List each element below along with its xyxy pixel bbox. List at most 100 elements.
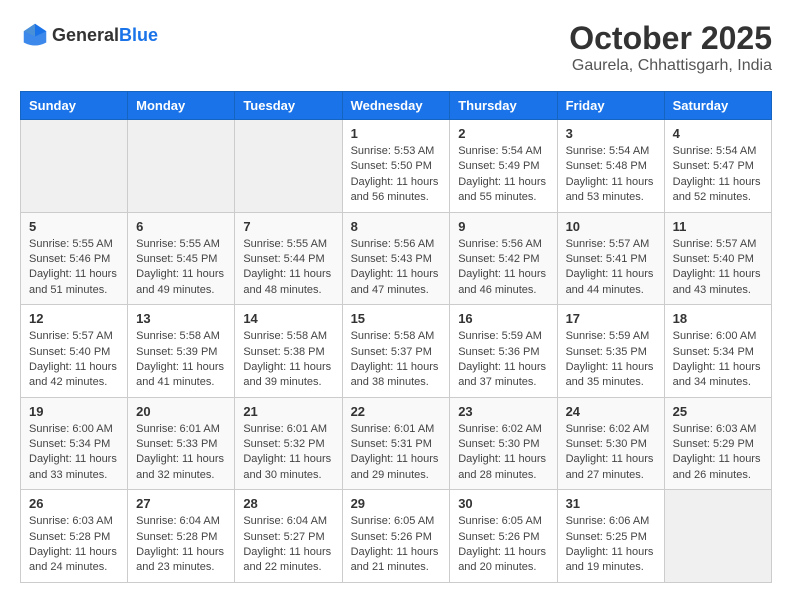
calendar-cell	[235, 120, 342, 213]
calendar-cell: 9 Sunrise: 5:56 AMSunset: 5:42 PMDaylight…	[450, 212, 557, 305]
day-info: Sunrise: 5:54 AMSunset: 5:47 PMDaylight:…	[673, 144, 763, 206]
day-info: Sunrise: 5:53 AMSunset: 5:50 PMDaylight:…	[351, 144, 442, 206]
day-info: Sunrise: 6:01 AMSunset: 5:32 PMDaylight:…	[243, 422, 333, 484]
day-number: 17	[566, 311, 656, 326]
calendar-cell: 1Sunrise: 5:53 AMSunset: 5:50 PMDaylight…	[342, 120, 450, 213]
calendar-table: SundayMondayTuesdayWednesdayThursdayFrid…	[20, 91, 772, 583]
day-info: Sunrise: 6:03 AMSunset: 5:28 PMDaylight:…	[29, 514, 119, 576]
day-info: Sunrise: 5:54 AMSunset: 5:49 PMDaylight:…	[458, 144, 548, 206]
day-info: Sunrise: 5:59 AMSunset: 5:35 PMDaylight:…	[566, 329, 656, 391]
calendar-cell: 14 Sunrise: 5:58 AMSunset: 5:38 PMDayligh…	[235, 305, 342, 398]
calendar-cell: 19 Sunrise: 6:00 AMSunset: 5:34 PMDayligh…	[21, 397, 128, 490]
calendar-cell: 28 Sunrise: 6:04 AMSunset: 5:27 PMDayligh…	[235, 490, 342, 583]
calendar-cell: 27 Sunrise: 6:04 AMSunset: 5:28 PMDayligh…	[128, 490, 235, 583]
calendar-cell: 23 Sunrise: 6:02 AMSunset: 5:30 PMDayligh…	[450, 397, 557, 490]
weekday-header: Friday	[557, 92, 664, 120]
day-info: Sunrise: 5:58 AMSunset: 5:37 PMDaylight:…	[351, 329, 442, 391]
day-number: 19	[29, 404, 119, 419]
day-number: 5	[29, 219, 119, 234]
weekday-header: Sunday	[21, 92, 128, 120]
calendar-cell: 18 Sunrise: 6:00 AMSunset: 5:34 PMDayligh…	[664, 305, 771, 398]
title-block: October 2025 Gaurela, Chhattisgarh, Indi…	[569, 20, 772, 75]
logo-blue: Blue	[119, 25, 158, 45]
location: Gaurela, Chhattisgarh, India	[569, 57, 772, 75]
day-number: 22	[351, 404, 442, 419]
logo-icon	[20, 20, 50, 50]
calendar-cell: 31Sunrise: 6:06 AMSunset: 5:25 PMDayligh…	[557, 490, 664, 583]
day-number: 25	[673, 404, 763, 419]
calendar-week-row: 26 Sunrise: 6:03 AMSunset: 5:28 PMDayligh…	[21, 490, 772, 583]
calendar-cell: 24Sunrise: 6:02 AMSunset: 5:30 PMDayligh…	[557, 397, 664, 490]
day-info: Sunrise: 6:04 AMSunset: 5:28 PMDaylight:…	[136, 514, 226, 576]
calendar-cell: 20Sunrise: 6:01 AMSunset: 5:33 PMDayligh…	[128, 397, 235, 490]
calendar-cell: 7 Sunrise: 5:55 AMSunset: 5:44 PMDaylight…	[235, 212, 342, 305]
day-number: 9	[458, 219, 548, 234]
month-title: October 2025	[569, 20, 772, 57]
day-number: 12	[29, 311, 119, 326]
day-number: 28	[243, 496, 333, 511]
calendar-cell: 22 Sunrise: 6:01 AMSunset: 5:31 PMDayligh…	[342, 397, 450, 490]
day-info: Sunrise: 5:58 AMSunset: 5:38 PMDaylight:…	[243, 329, 333, 391]
day-number: 23	[458, 404, 548, 419]
day-info: Sunrise: 5:55 AMSunset: 5:46 PMDaylight:…	[29, 237, 119, 299]
day-number: 18	[673, 311, 763, 326]
calendar-cell: 26 Sunrise: 6:03 AMSunset: 5:28 PMDayligh…	[21, 490, 128, 583]
calendar-cell: 5 Sunrise: 5:55 AMSunset: 5:46 PMDaylight…	[21, 212, 128, 305]
day-info: Sunrise: 5:56 AMSunset: 5:42 PMDaylight:…	[458, 237, 548, 299]
day-info: Sunrise: 6:01 AMSunset: 5:33 PMDaylight:…	[136, 422, 226, 484]
weekday-header: Wednesday	[342, 92, 450, 120]
day-number: 11	[673, 219, 763, 234]
calendar-cell: 12 Sunrise: 5:57 AMSunset: 5:40 PMDayligh…	[21, 305, 128, 398]
day-number: 7	[243, 219, 333, 234]
calendar-cell	[21, 120, 128, 213]
day-info: Sunrise: 6:03 AMSunset: 5:29 PMDaylight:…	[673, 422, 763, 484]
calendar-cell	[128, 120, 235, 213]
day-number: 13	[136, 311, 226, 326]
day-info: Sunrise: 5:56 AMSunset: 5:43 PMDaylight:…	[351, 237, 442, 299]
day-info: Sunrise: 6:01 AMSunset: 5:31 PMDaylight:…	[351, 422, 442, 484]
weekday-header: Monday	[128, 92, 235, 120]
calendar-cell: 3Sunrise: 5:54 AMSunset: 5:48 PMDaylight…	[557, 120, 664, 213]
day-number: 8	[351, 219, 442, 234]
calendar-cell: 29Sunrise: 6:05 AMSunset: 5:26 PMDayligh…	[342, 490, 450, 583]
day-number: 27	[136, 496, 226, 511]
calendar-week-row: 1Sunrise: 5:53 AMSunset: 5:50 PMDaylight…	[21, 120, 772, 213]
calendar-cell: 11Sunrise: 5:57 AMSunset: 5:40 PMDayligh…	[664, 212, 771, 305]
day-info: Sunrise: 6:02 AMSunset: 5:30 PMDaylight:…	[566, 422, 656, 484]
day-info: Sunrise: 6:04 AMSunset: 5:27 PMDaylight:…	[243, 514, 333, 576]
day-number: 3	[566, 126, 656, 141]
calendar-cell	[664, 490, 771, 583]
day-number: 21	[243, 404, 333, 419]
calendar-body: 1Sunrise: 5:53 AMSunset: 5:50 PMDaylight…	[21, 120, 772, 583]
calendar-cell: 16Sunrise: 5:59 AMSunset: 5:36 PMDayligh…	[450, 305, 557, 398]
calendar-cell: 2 Sunrise: 5:54 AMSunset: 5:49 PMDaylight…	[450, 120, 557, 213]
day-info: Sunrise: 5:55 AMSunset: 5:44 PMDaylight:…	[243, 237, 333, 299]
day-info: Sunrise: 5:57 AMSunset: 5:40 PMDaylight:…	[29, 329, 119, 391]
day-number: 15	[351, 311, 442, 326]
day-info: Sunrise: 6:02 AMSunset: 5:30 PMDaylight:…	[458, 422, 548, 484]
day-info: Sunrise: 6:05 AMSunset: 5:26 PMDaylight:…	[458, 514, 548, 576]
day-number: 14	[243, 311, 333, 326]
calendar-week-row: 12 Sunrise: 5:57 AMSunset: 5:40 PMDayligh…	[21, 305, 772, 398]
day-info: Sunrise: 5:55 AMSunset: 5:45 PMDaylight:…	[136, 237, 226, 299]
day-info: Sunrise: 6:00 AMSunset: 5:34 PMDaylight:…	[673, 329, 763, 391]
day-number: 29	[351, 496, 442, 511]
day-info: Sunrise: 5:57 AMSunset: 5:41 PMDaylight:…	[566, 237, 656, 299]
calendar-header: SundayMondayTuesdayWednesdayThursdayFrid…	[21, 92, 772, 120]
day-number: 2	[458, 126, 548, 141]
day-number: 31	[566, 496, 656, 511]
calendar-cell: 13 Sunrise: 5:58 AMSunset: 5:39 PMDayligh…	[128, 305, 235, 398]
calendar-week-row: 5 Sunrise: 5:55 AMSunset: 5:46 PMDaylight…	[21, 212, 772, 305]
day-number: 26	[29, 496, 119, 511]
day-info: Sunrise: 6:00 AMSunset: 5:34 PMDaylight:…	[29, 422, 119, 484]
day-number: 6	[136, 219, 226, 234]
weekday-header-row: SundayMondayTuesdayWednesdayThursdayFrid…	[21, 92, 772, 120]
day-info: Sunrise: 5:58 AMSunset: 5:39 PMDaylight:…	[136, 329, 226, 391]
day-info: Sunrise: 5:59 AMSunset: 5:36 PMDaylight:…	[458, 329, 548, 391]
calendar-cell: 30Sunrise: 6:05 AMSunset: 5:26 PMDayligh…	[450, 490, 557, 583]
calendar-cell: 15 Sunrise: 5:58 AMSunset: 5:37 PMDayligh…	[342, 305, 450, 398]
calendar-cell: 6 Sunrise: 5:55 AMSunset: 5:45 PMDaylight…	[128, 212, 235, 305]
calendar-cell: 8 Sunrise: 5:56 AMSunset: 5:43 PMDaylight…	[342, 212, 450, 305]
calendar-cell: 17 Sunrise: 5:59 AMSunset: 5:35 PMDayligh…	[557, 305, 664, 398]
calendar-cell: 25 Sunrise: 6:03 AMSunset: 5:29 PMDayligh…	[664, 397, 771, 490]
